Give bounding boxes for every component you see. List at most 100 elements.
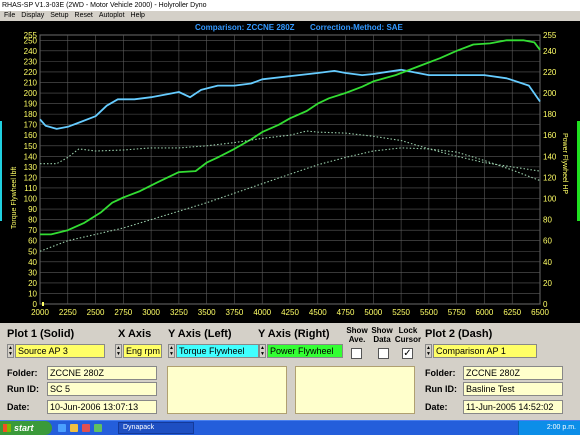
plot2-runid-label: Run ID: <box>425 384 457 394</box>
yleft-heading: Y Axis (Left) <box>168 328 232 340</box>
y-tick-label-right: 20 <box>543 279 552 288</box>
plot1-runid-field[interactable]: SC 5 <box>47 382 157 396</box>
y-tick-label-left: 160 <box>24 131 38 140</box>
title-bar: RHAS-SP V1.3-03E (2WD - Motor Vehicle 20… <box>0 0 580 11</box>
x-tick-label: 4500 <box>309 308 327 317</box>
plot2-date-field[interactable]: 11-Jun-2005 14:52:02 <box>463 400 563 414</box>
lock-cursor-checkbox[interactable]: ✓ <box>402 348 413 359</box>
y-tick-label-left: 120 <box>24 173 38 182</box>
x-tick-label: 5000 <box>364 308 382 317</box>
yright-field[interactable]: Power Flywheel <box>267 344 343 358</box>
y-tick-label-right: 220 <box>543 68 557 77</box>
y-axis-left-label: Torque Flywheel lbft <box>11 167 18 229</box>
chart-comparison-title: Comparison: ZCCNE 280Z <box>195 23 295 32</box>
plot1-date-label: Date: <box>7 402 30 412</box>
app-icon[interactable] <box>94 424 102 432</box>
plot2-source-spinner[interactable]: ▲ ▼ <box>425 344 432 358</box>
show-data-label: Show Data <box>371 326 393 344</box>
plot2-runid-field[interactable]: Basline Test <box>463 382 563 396</box>
plot1-source-spinner[interactable]: ▲ ▼ <box>7 344 14 358</box>
plot1-source-field[interactable]: Source AP 3 <box>15 344 105 358</box>
x-tick-label: 3000 <box>142 308 160 317</box>
x-tick-label: 6250 <box>503 308 521 317</box>
y-tick-label-left: 30 <box>28 268 37 277</box>
y-tick-label-right: 240 <box>543 47 557 56</box>
system-tray: 2:00 p.m. <box>518 421 580 435</box>
y-axis-right-label: Power Flywheel HP <box>561 133 568 194</box>
plot1-folder-label: Folder: <box>7 368 38 378</box>
xaxis-field[interactable]: Eng rpm <box>123 344 162 358</box>
y-axis-left: 0102030405060708090100110120130140150160… <box>24 31 38 309</box>
x-tick-label: 6500 <box>531 308 549 317</box>
x-tick-label: 2750 <box>114 308 132 317</box>
plot1-notes-box[interactable] <box>167 366 287 414</box>
y-tick-label-left: 140 <box>24 152 38 161</box>
plot2-notes-box[interactable] <box>295 366 415 414</box>
plot2-source-field[interactable]: Comparison AP 1 <box>433 344 537 358</box>
menu-display[interactable]: Display <box>21 12 44 19</box>
menu-help[interactable]: Help <box>131 12 145 19</box>
x-tick-label: 6000 <box>476 308 494 317</box>
app-window: RHAS-SP V1.3-03E (2WD - Motor Vehicle 20… <box>0 0 580 420</box>
ie-icon[interactable] <box>58 424 66 432</box>
y-tick-label-left: 180 <box>24 110 38 119</box>
y-tick-label-right: 80 <box>543 216 552 225</box>
start-button[interactable]: start <box>0 421 52 435</box>
y-tick-label-right: 160 <box>543 131 557 140</box>
taskbar: start Dynapack 2:00 p.m. <box>0 420 580 435</box>
plot1-heading: Plot 1 (Solid) <box>7 328 75 340</box>
y-tick-label-left: 80 <box>28 216 37 225</box>
y-tick-label-left: 230 <box>24 57 38 66</box>
chart-correction-method: Correction-Method: SAE <box>310 23 404 32</box>
x-axis: 2000 2250 2500 2750 3000 3250 3500 3750 4000 4250… <box>31 308 549 317</box>
yleft-spinner[interactable]: ▲ ▼ <box>168 344 175 358</box>
start-label: start <box>14 423 34 433</box>
y-tick-label-left: 110 <box>24 184 37 193</box>
menu-file[interactable]: File <box>4 12 15 19</box>
xaxis-spinner[interactable]: ▲ ▼ <box>115 344 122 358</box>
yright-spinner[interactable]: ▲ ▼ <box>259 344 266 358</box>
menu-autoplot[interactable]: Autoplot <box>99 12 125 19</box>
left-axis-marker <box>0 121 2 221</box>
y-tick-label-left: 40 <box>28 258 37 267</box>
plot2-folder-label: Folder: <box>425 368 456 378</box>
y-tick-label-right: 255 <box>543 31 557 40</box>
plot2-folder-field[interactable]: ZCCNE 280Z <box>463 366 563 380</box>
y-tick-label-left: 150 <box>24 142 38 151</box>
y-tick-label-left: 240 <box>24 47 38 56</box>
show-ave-checkbox[interactable] <box>351 348 362 359</box>
menu-bar: File Display Setup Reset Autoplot Help <box>0 11 580 21</box>
menu-reset[interactable]: Reset <box>75 12 93 19</box>
y-tick-label-left: 255 <box>24 31 38 40</box>
x-tick-label: 2000 <box>31 308 49 317</box>
x-tick-label: 3750 <box>226 308 244 317</box>
x-tick-label: 5500 <box>420 308 438 317</box>
y-tick-label-left: 170 <box>24 121 38 130</box>
x-tick-label: 3250 <box>170 308 188 317</box>
xaxis-heading: X Axis <box>118 328 152 340</box>
folder-icon[interactable] <box>70 424 78 432</box>
y-tick-label-left: 50 <box>28 247 37 256</box>
lock-cursor-label: Lock Cursor <box>394 326 422 344</box>
menu-setup[interactable]: Setup <box>50 12 68 19</box>
y-tick-label-right: 100 <box>543 195 557 204</box>
clock: 2:00 p.m. <box>546 424 576 431</box>
dyno-chart[interactable]: Comparison: ZCCNE 280Z Correction-Method… <box>0 21 580 323</box>
show-data-checkbox[interactable] <box>378 348 389 359</box>
plot2-heading: Plot 2 (Dash) <box>425 328 493 340</box>
media-icon[interactable] <box>82 424 90 432</box>
y-tick-label-left: 200 <box>24 89 38 98</box>
y-tick-label-left: 70 <box>28 226 37 235</box>
plot1-date-field[interactable]: 10-Jun-2006 13:07:13 <box>47 400 157 414</box>
x-tick-label: 2250 <box>59 308 77 317</box>
yleft-field[interactable]: Torque Flywheel <box>176 344 259 358</box>
y-tick-label-left: 20 <box>28 279 37 288</box>
x-tick-label: 2500 <box>87 308 105 317</box>
y-tick-label-right: 140 <box>543 152 557 161</box>
cursor-marker <box>42 302 44 306</box>
windows-logo-icon <box>3 424 11 432</box>
show-ave-label: Show Ave. <box>346 326 368 344</box>
taskbar-item-dynapack[interactable]: Dynapack <box>118 422 194 434</box>
control-panel: Plot 1 (Solid) X Axis Y Axis (Left) Y Ax… <box>0 323 580 420</box>
plot1-folder-field[interactable]: ZCCNE 280Z <box>47 366 157 380</box>
